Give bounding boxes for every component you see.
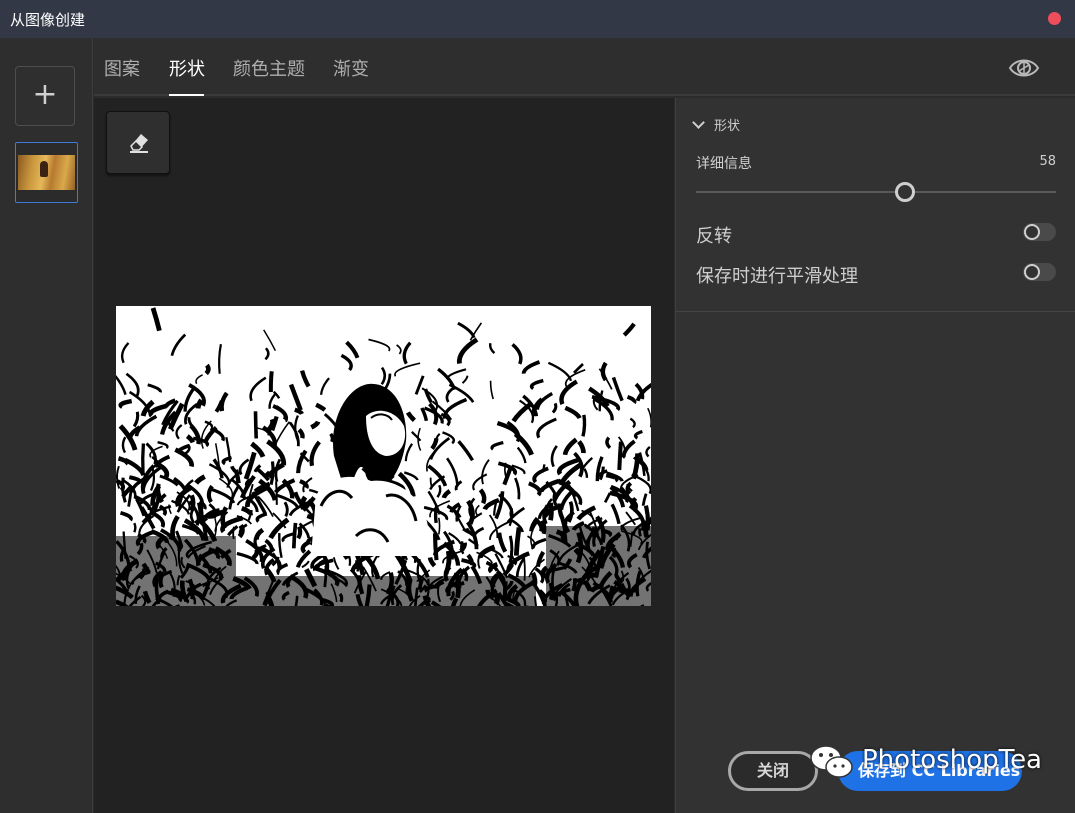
detail-slider-track[interactable] xyxy=(696,191,1056,193)
shadow-area xyxy=(546,526,651,606)
detail-label: 详细信息 xyxy=(696,156,752,172)
shadow-area xyxy=(236,576,536,606)
smooth-label: 保存时进行平滑处理 xyxy=(696,266,858,287)
grass-blade xyxy=(581,414,587,437)
grass-blade xyxy=(438,517,441,535)
grass-blade xyxy=(133,522,137,533)
thumbnail-figure xyxy=(40,161,48,177)
grass-blade xyxy=(275,481,278,505)
watermark-text: PhotoshopTea xyxy=(862,745,1042,775)
section-header-shape[interactable]: 形状 xyxy=(692,115,741,134)
grass-blade xyxy=(432,533,439,561)
image-thumbnail[interactable] xyxy=(15,142,78,203)
thumbnail-image xyxy=(18,155,75,190)
detail-value: 58 xyxy=(1039,154,1056,169)
invert-toggle[interactable] xyxy=(1023,223,1056,241)
grass-blade xyxy=(300,495,308,510)
shadow-area xyxy=(116,536,236,606)
grass-blade xyxy=(617,441,623,471)
plus-icon: + xyxy=(32,77,58,112)
eraser-icon xyxy=(130,134,148,153)
shape-preview-image xyxy=(116,306,651,606)
grass-blade xyxy=(513,527,522,556)
panel-divider xyxy=(676,311,1075,312)
add-image-button[interactable]: + xyxy=(15,66,75,126)
grass-blade xyxy=(329,432,335,443)
properties-panel: 形状 详细信息 58 反转 保存时进行平滑处理 xyxy=(675,98,1075,813)
grass-blade xyxy=(291,522,298,549)
smooth-toggle[interactable] xyxy=(1023,263,1056,281)
grass-blade xyxy=(233,469,241,484)
grass-blade xyxy=(204,363,211,376)
threshold-image xyxy=(116,306,651,606)
canvas-area xyxy=(94,98,674,813)
active-tab-indicator xyxy=(169,94,204,96)
tab-gradient[interactable]: 渐变 xyxy=(333,55,369,81)
close-window-button[interactable] xyxy=(1048,12,1061,25)
close-button[interactable]: 关闭 xyxy=(728,751,818,791)
eraser-tool-button[interactable] xyxy=(106,111,170,174)
grass-blade xyxy=(237,524,245,539)
chevron-down-icon xyxy=(692,116,705,129)
window-title: 从图像创建 xyxy=(10,11,86,29)
tab-bar: 图案 形状 颜色主题 渐变 xyxy=(94,38,1075,96)
tab-pattern[interactable]: 图案 xyxy=(104,55,140,81)
tab-shape[interactable]: 形状 xyxy=(169,55,205,81)
grass-blade xyxy=(268,371,274,393)
detail-slider-handle[interactable] xyxy=(894,182,915,202)
grass-blade xyxy=(253,411,258,439)
title-bar: 从图像创建 xyxy=(0,0,1075,38)
wechat-icon xyxy=(810,745,853,778)
section-title: 形状 xyxy=(714,119,741,134)
image-sidebar: + xyxy=(0,38,93,813)
grass-blade xyxy=(296,525,303,540)
tab-color-theme[interactable]: 颜色主题 xyxy=(233,55,305,81)
eye-icon[interactable] xyxy=(1008,52,1040,84)
grass-blade xyxy=(141,443,146,473)
invert-label: 反转 xyxy=(696,226,732,247)
